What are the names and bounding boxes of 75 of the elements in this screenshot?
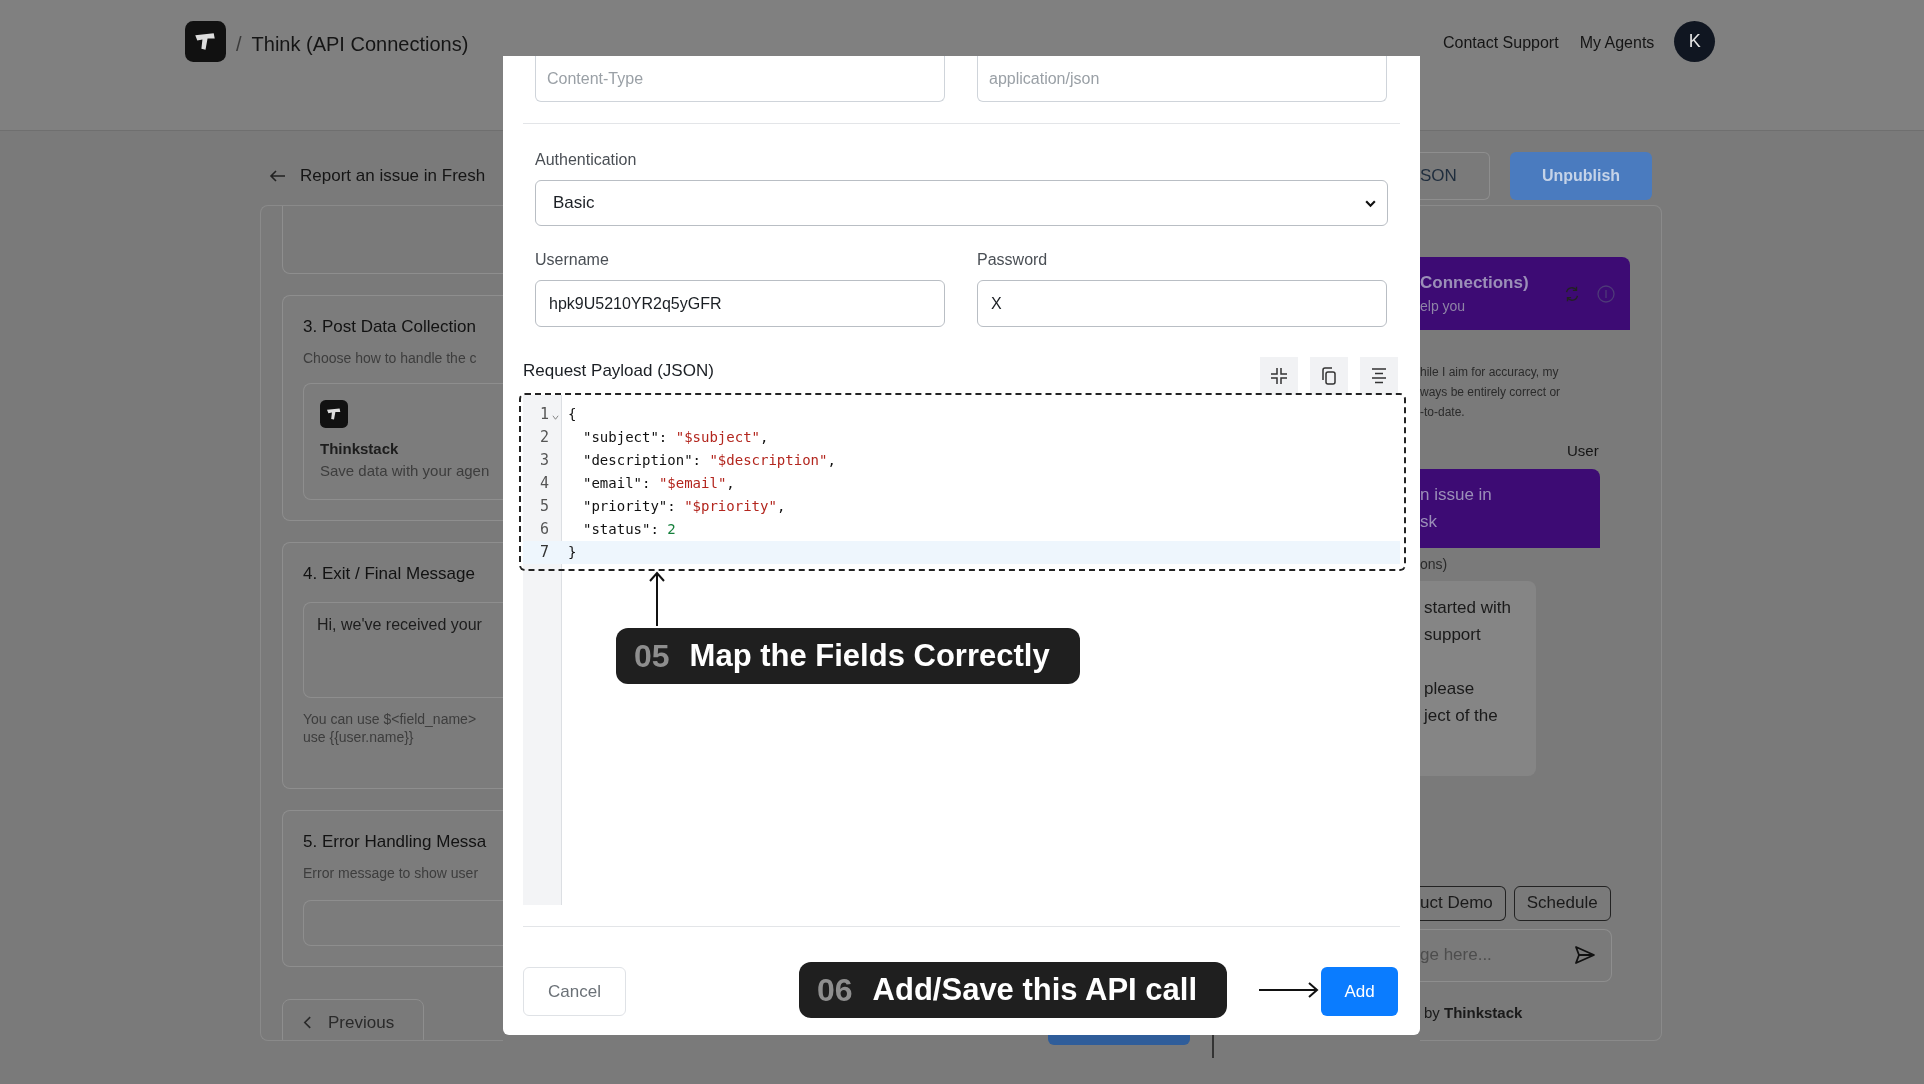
line-number: 1 xyxy=(538,404,549,426)
line-number: 6 xyxy=(538,519,549,541)
field-label: Authentication xyxy=(535,150,638,170)
step-description: Error message to show user xyxy=(303,863,480,883)
option-description: Save data with your agen xyxy=(320,461,491,481)
credential-input[interactable]: X xyxy=(977,280,1387,327)
fold-caret-icon[interactable] xyxy=(552,414,559,421)
cancel-button[interactable]: Cancel xyxy=(523,967,626,1016)
line-number: 4 xyxy=(538,473,549,495)
user-avatar[interactable]: K xyxy=(1674,21,1716,62)
previous-button[interactable]: Previous xyxy=(282,998,424,1040)
disclaimer-text: hile I aim for accuracy, my xyxy=(1420,364,1560,381)
disclaimer-text: ways be entirely correct or xyxy=(1420,384,1562,401)
line-number: 3 xyxy=(538,450,549,472)
code-line: "email": "$email", xyxy=(583,474,735,493)
message-text: sk xyxy=(1420,511,1438,533)
error-message-input[interactable] xyxy=(303,899,503,946)
disclaimer-text: -to-date. xyxy=(1420,404,1466,421)
sender-label: ons) xyxy=(1420,554,1449,574)
message-text: ject of the xyxy=(1424,704,1499,727)
help-text: use {{user.name}} xyxy=(303,728,415,746)
line-number: 2 xyxy=(538,427,549,449)
logo-icon xyxy=(320,399,348,428)
payload-label: Request Payload (JSON) xyxy=(523,359,714,382)
step-description: Choose how to handle the c xyxy=(303,348,478,368)
code-line: "priority": "$priority", xyxy=(583,497,786,516)
message-text: started with xyxy=(1424,596,1512,619)
option-card[interactable]: Thinkstack Save data with your agen xyxy=(303,382,503,500)
right-arrow xyxy=(1259,982,1319,998)
code-line: "subject": "$subject", xyxy=(583,428,769,447)
logo-icon xyxy=(185,21,226,62)
field-label: Password xyxy=(977,250,1049,270)
message-text: please xyxy=(1424,677,1476,700)
page-title: Think (API Connections) xyxy=(251,32,469,57)
chat-subtitle: elp you xyxy=(1420,296,1467,316)
step-title: 4. Exit / Final Message xyxy=(303,562,476,585)
code-line: "description": "$description", xyxy=(583,451,836,470)
add-button[interactable]: Add xyxy=(1321,967,1398,1016)
chevron-left-icon xyxy=(303,1016,312,1029)
my-agents-link[interactable]: My Agents xyxy=(1579,31,1655,55)
header-key-input[interactable]: Content-Type xyxy=(535,56,945,102)
unpublish-button[interactable]: Unpublish xyxy=(1510,152,1652,200)
code-line: { xyxy=(568,405,577,424)
step-title: 5. Error Handling Messa xyxy=(303,831,488,853)
workflow-title: Report an issue in Fresh xyxy=(300,165,486,188)
up-arrow xyxy=(649,571,665,627)
powered-by-text: by Thinkstack xyxy=(1424,1002,1524,1023)
line-number: 5 xyxy=(538,496,549,518)
field-label: Username xyxy=(535,250,610,270)
message-text: n issue in xyxy=(1420,484,1493,506)
help-text: You can use $<field_name> xyxy=(303,710,478,728)
step-title: 3. Post Data Collection xyxy=(303,316,477,338)
authentication-select[interactable]: Basic xyxy=(535,180,1388,226)
align-center-icon[interactable] xyxy=(1360,357,1398,395)
credential-input[interactable]: hpk9U5210YR2q5yGFR xyxy=(535,280,945,327)
message-text: support xyxy=(1424,623,1482,646)
copy-icon[interactable] xyxy=(1310,357,1348,395)
send-icon[interactable] xyxy=(1573,943,1597,967)
code-line: } xyxy=(568,543,577,562)
callout-number: 05 xyxy=(634,637,670,676)
code-line: "status": 2 xyxy=(583,520,676,539)
callout-text: Map the Fields Correctly xyxy=(689,636,1050,675)
suggestion-chip[interactable]: uct Demo xyxy=(1420,885,1506,921)
chat-title: Connections) xyxy=(1420,272,1529,295)
callout-number: 06 xyxy=(817,971,853,1010)
contact-support-link[interactable]: Contact Support xyxy=(1443,31,1559,55)
header-value-input[interactable]: application/json xyxy=(977,56,1387,102)
collapse-icon[interactable] xyxy=(1260,357,1298,395)
callout-text: Add/Save this API call xyxy=(872,970,1198,1009)
suggestion-chip[interactable]: Schedule xyxy=(1513,885,1611,921)
line-number: 7 xyxy=(538,542,549,564)
sender-label: User xyxy=(1567,441,1600,461)
json-button[interactable]: SON xyxy=(1420,152,1490,200)
option-name: Thinkstack xyxy=(320,438,400,459)
breadcrumb-separator: / xyxy=(236,32,242,57)
